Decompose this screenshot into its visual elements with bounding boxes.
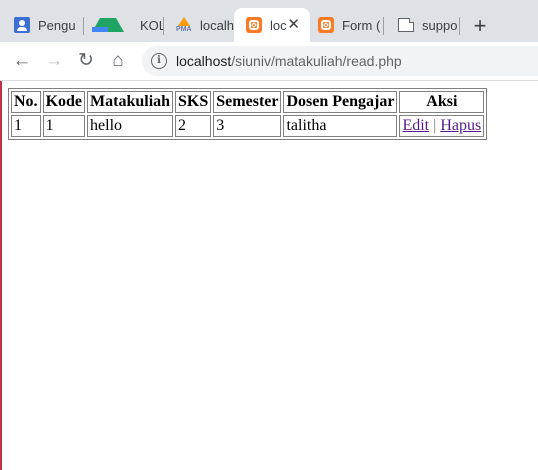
cell-kode: 1 xyxy=(42,115,86,137)
header-dosen: Dosen Pengajar xyxy=(283,91,398,113)
header-no: No. xyxy=(11,91,41,113)
header-semester: Semester xyxy=(213,91,282,113)
action-separator: | xyxy=(433,117,437,134)
table-row: 1 1 hello 2 3 talitha Edit | Hapus xyxy=(11,115,485,137)
tab-kolab[interactable]: KOLAB xyxy=(84,8,164,42)
home-icon[interactable]: ⌂ xyxy=(105,48,131,74)
address-bar[interactable]: i localhost/siuniv/matakuliah/read.php xyxy=(142,46,538,76)
cell-sks: 2 xyxy=(175,115,212,137)
cell-matakuliah: hello xyxy=(87,115,174,137)
tab-title: suppo xyxy=(422,17,458,33)
forward-arrow-icon[interactable]: → xyxy=(41,48,67,74)
window-edge xyxy=(0,80,2,470)
tab-title: localhc xyxy=(200,17,234,33)
url-path: /siuniv/matakuliah/read.php xyxy=(231,53,402,69)
tab-strip: Pengu KOLAB PMA localhc loc ✕ Form ( sup… xyxy=(0,0,538,42)
matakuliah-table: No. Kode Matakuliah SKS Semester Dosen P… xyxy=(8,88,488,140)
tab-title: loc xyxy=(270,17,287,33)
hapus-link[interactable]: Hapus xyxy=(440,117,481,134)
user-icon xyxy=(14,17,30,33)
table-header-row: No. Kode Matakuliah SKS Semester Dosen P… xyxy=(11,91,485,113)
tab-pengu[interactable]: Pengu xyxy=(2,8,84,42)
xampp-icon xyxy=(246,17,262,33)
url-text[interactable]: localhost/siuniv/matakuliah/read.php xyxy=(176,53,402,69)
close-tab-icon[interactable]: ✕ xyxy=(287,16,300,34)
back-arrow-icon[interactable]: ← xyxy=(9,48,35,74)
xampp-icon xyxy=(318,17,334,33)
cell-aksi: Edit | Hapus xyxy=(399,115,485,137)
header-sks: SKS xyxy=(175,91,212,113)
header-aksi: Aksi xyxy=(399,91,485,113)
tab-active-read[interactable]: loc ✕ xyxy=(234,8,310,42)
browser-toolbar: ← → ↻ ⌂ i localhost/siuniv/matakuliah/re… xyxy=(0,42,538,81)
reload-icon[interactable]: ↻ xyxy=(73,48,99,74)
phpmyadmin-icon: PMA xyxy=(176,17,192,33)
header-kode: Kode xyxy=(42,91,86,113)
tab-title: Form ( xyxy=(342,17,381,33)
cell-dosen: talitha xyxy=(283,115,398,137)
info-icon[interactable]: i xyxy=(151,53,167,69)
tab-support[interactable]: suppo xyxy=(384,8,460,42)
tab-title: Pengu xyxy=(38,17,76,33)
header-matakuliah: Matakuliah xyxy=(87,91,174,113)
page-content: No. Kode Matakuliah SKS Semester Dosen P… xyxy=(8,88,488,140)
edit-link[interactable]: Edit xyxy=(402,117,429,134)
new-tab-button[interactable]: + xyxy=(466,13,494,41)
drive-icon xyxy=(92,18,124,32)
cell-no: 1 xyxy=(11,115,41,137)
tab-localhost-pma[interactable]: PMA localhc xyxy=(164,8,234,42)
cell-semester: 3 xyxy=(213,115,282,137)
document-icon xyxy=(398,18,414,32)
tab-form[interactable]: Form ( xyxy=(310,8,384,42)
tab-title: KOLAB xyxy=(140,17,164,33)
url-host: localhost xyxy=(176,53,232,69)
tab-separator xyxy=(459,17,460,35)
